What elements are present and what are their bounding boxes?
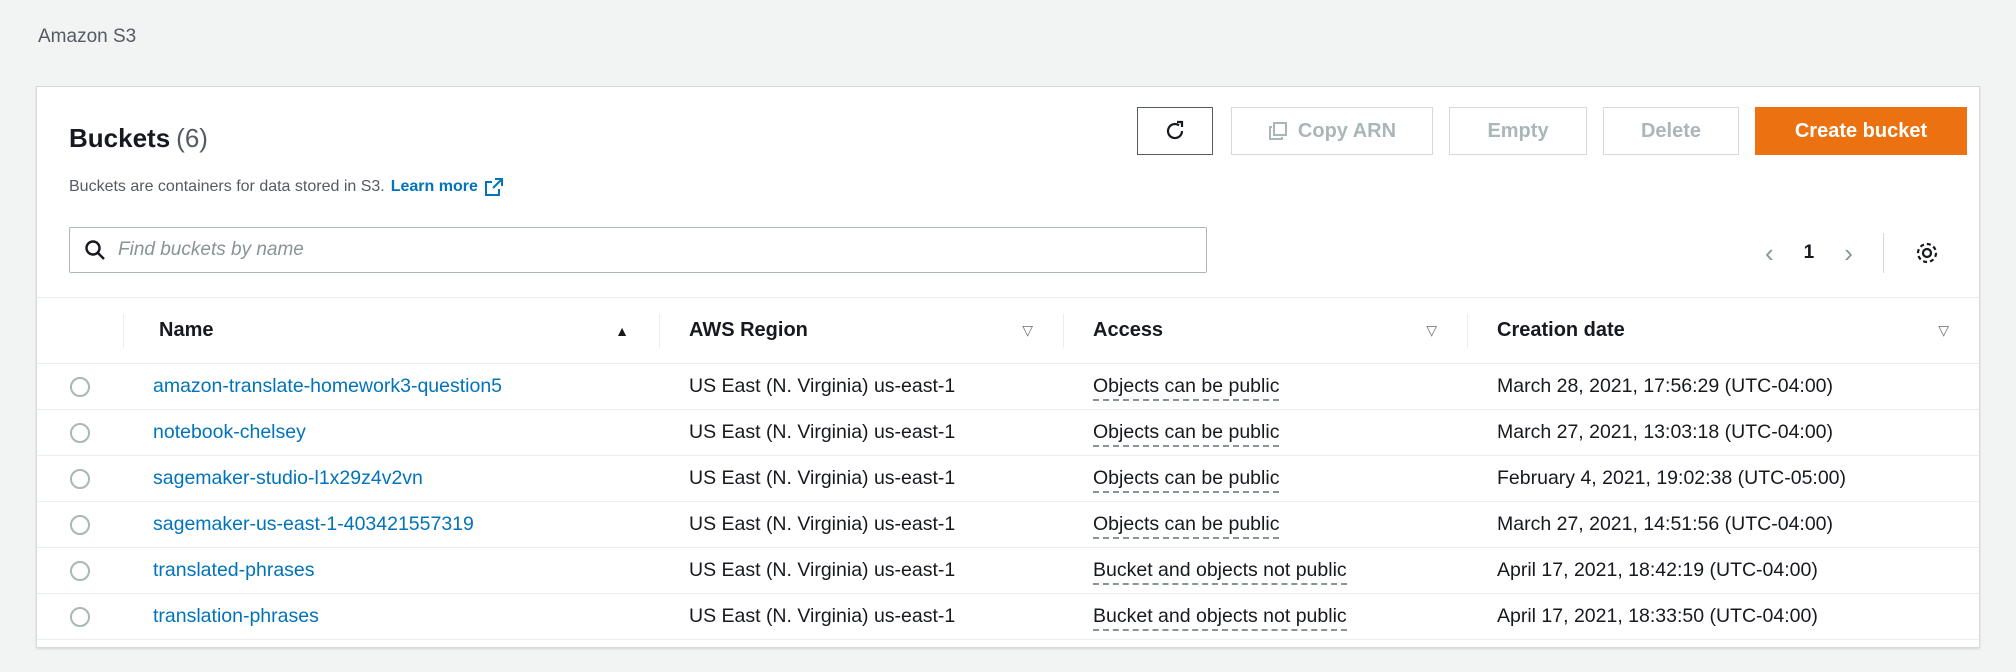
bucket-creation-date: March 27, 2021, 13:03:18 (UTC-04:00) [1497, 421, 1834, 443]
column-separator [1063, 314, 1064, 348]
search-icon [85, 240, 105, 260]
row-radio[interactable] [70, 606, 90, 627]
create-bucket-button[interactable]: Create bucket [1755, 107, 1967, 155]
empty-button[interactable]: Empty [1449, 107, 1587, 155]
bucket-creation-date: April 17, 2021, 18:33:50 (UTC-04:00) [1497, 605, 1818, 627]
bucket-name-link[interactable]: translated-phrases [153, 559, 315, 581]
column-name[interactable]: Name ▲ [123, 298, 659, 363]
sort-toggle-icon[interactable]: ▽ [1022, 322, 1033, 339]
row-radio[interactable] [70, 514, 90, 535]
bucket-region: US East (N. Virginia) us-east-1 [689, 513, 956, 535]
title-text: Buckets [69, 123, 171, 153]
bucket-access[interactable]: Bucket and objects not public [1093, 605, 1347, 631]
pager-divider [1882, 233, 1884, 273]
refresh-icon [1166, 120, 1184, 140]
copy-icon [1268, 122, 1287, 140]
description-text: Buckets are containers for data stored i… [69, 178, 385, 195]
column-region-label: AWS Region [689, 319, 808, 341]
column-separator [659, 314, 660, 348]
bucket-access[interactable]: Objects can be public [1093, 375, 1280, 401]
bucket-region: US East (N. Virginia) us-east-1 [689, 605, 956, 627]
current-page[interactable]: 1 [1804, 242, 1815, 264]
copy-arn-label: Copy ARN [1297, 119, 1397, 142]
bucket-creation-date: April 17, 2021, 18:42:19 (UTC-04:00) [1497, 559, 1818, 581]
bucket-count: (6) [176, 123, 208, 153]
bucket-region: US East (N. Virginia) us-east-1 [689, 467, 956, 489]
column-separator [1467, 314, 1468, 348]
column-name-label: Name [159, 319, 214, 341]
copy-arn-button[interactable]: Copy ARN [1231, 107, 1433, 155]
header-select [37, 298, 123, 363]
bucket-access[interactable]: Bucket and objects not public [1093, 559, 1347, 585]
table-row[interactable]: translation-phrases US East (N. Virginia… [37, 594, 1979, 640]
sort-toggle-icon[interactable]: ▽ [1426, 322, 1437, 339]
refresh-button[interactable] [1137, 107, 1213, 155]
prev-page-icon[interactable]: ‹ [1765, 238, 1774, 269]
table-row[interactable]: sagemaker-studio-l1x29z4v2vn US East (N.… [37, 456, 1979, 502]
table-row[interactable]: sagemaker-us-east-1-403421557319 US East… [37, 502, 1979, 548]
learn-more-link[interactable]: Learn more [391, 178, 478, 196]
bucket-creation-date: February 4, 2021, 19:02:38 (UTC-05:00) [1497, 467, 1847, 489]
search-field[interactable] [69, 227, 1207, 273]
breadcrumb[interactable]: Amazon S3 [38, 26, 136, 48]
column-access[interactable]: Access ▽ [1063, 298, 1467, 363]
bucket-name-link[interactable]: amazon-translate-homework3-question5 [153, 375, 502, 397]
bucket-access[interactable]: Objects can be public [1093, 467, 1280, 493]
row-radio[interactable] [70, 468, 90, 489]
row-radio[interactable] [70, 376, 90, 397]
description: Buckets are containers for data stored i… [69, 177, 504, 197]
column-created[interactable]: Creation date ▽ [1467, 298, 1979, 363]
bucket-name-link[interactable]: sagemaker-studio-l1x29z4v2vn [153, 467, 423, 489]
settings-gear-icon[interactable] [1914, 240, 1940, 266]
row-radio[interactable] [70, 422, 90, 443]
bucket-region: US East (N. Virginia) us-east-1 [689, 559, 956, 581]
column-created-label: Creation date [1497, 319, 1625, 341]
column-access-label: Access [1093, 319, 1164, 341]
table-row[interactable]: amazon-translate-homework3-question5 US … [37, 364, 1979, 410]
bucket-access[interactable]: Objects can be public [1093, 513, 1280, 539]
sort-ascending-icon[interactable]: ▲ [615, 323, 629, 339]
bucket-name-link[interactable]: translation-phrases [153, 605, 319, 627]
bucket-region: US East (N. Virginia) us-east-1 [689, 375, 956, 397]
buckets-panel: Buckets (6) Buckets are containers for da… [36, 86, 1980, 648]
table-row[interactable]: notebook-chelsey US East (N. Virginia) u… [37, 410, 1979, 456]
table-row[interactable]: translated-phrases US East (N. Virginia)… [37, 548, 1979, 594]
column-separator [123, 314, 124, 348]
bucket-name-link[interactable]: sagemaker-us-east-1-403421557319 [153, 513, 474, 535]
column-region[interactable]: AWS Region ▽ [659, 298, 1063, 363]
search-input[interactable] [118, 228, 1206, 272]
buckets-table: Name ▲ AWS Region ▽ Access ▽ Creation da… [37, 297, 1979, 640]
bucket-name-link[interactable]: notebook-chelsey [153, 421, 306, 443]
external-link-icon[interactable] [484, 177, 504, 197]
delete-button[interactable]: Delete [1603, 107, 1739, 155]
page-title: Buckets (6) [69, 123, 208, 154]
pagination: ‹ 1 › [1765, 233, 1940, 273]
bucket-creation-date: March 28, 2021, 17:56:29 (UTC-04:00) [1497, 375, 1834, 397]
bucket-region: US East (N. Virginia) us-east-1 [689, 421, 956, 443]
sort-toggle-icon[interactable]: ▽ [1938, 322, 1949, 339]
bucket-access[interactable]: Objects can be public [1093, 421, 1280, 447]
next-page-icon[interactable]: › [1844, 238, 1853, 269]
bucket-creation-date: March 27, 2021, 14:51:56 (UTC-04:00) [1497, 513, 1834, 535]
table-header: Name ▲ AWS Region ▽ Access ▽ Creation da… [37, 298, 1979, 364]
row-radio[interactable] [70, 560, 90, 581]
